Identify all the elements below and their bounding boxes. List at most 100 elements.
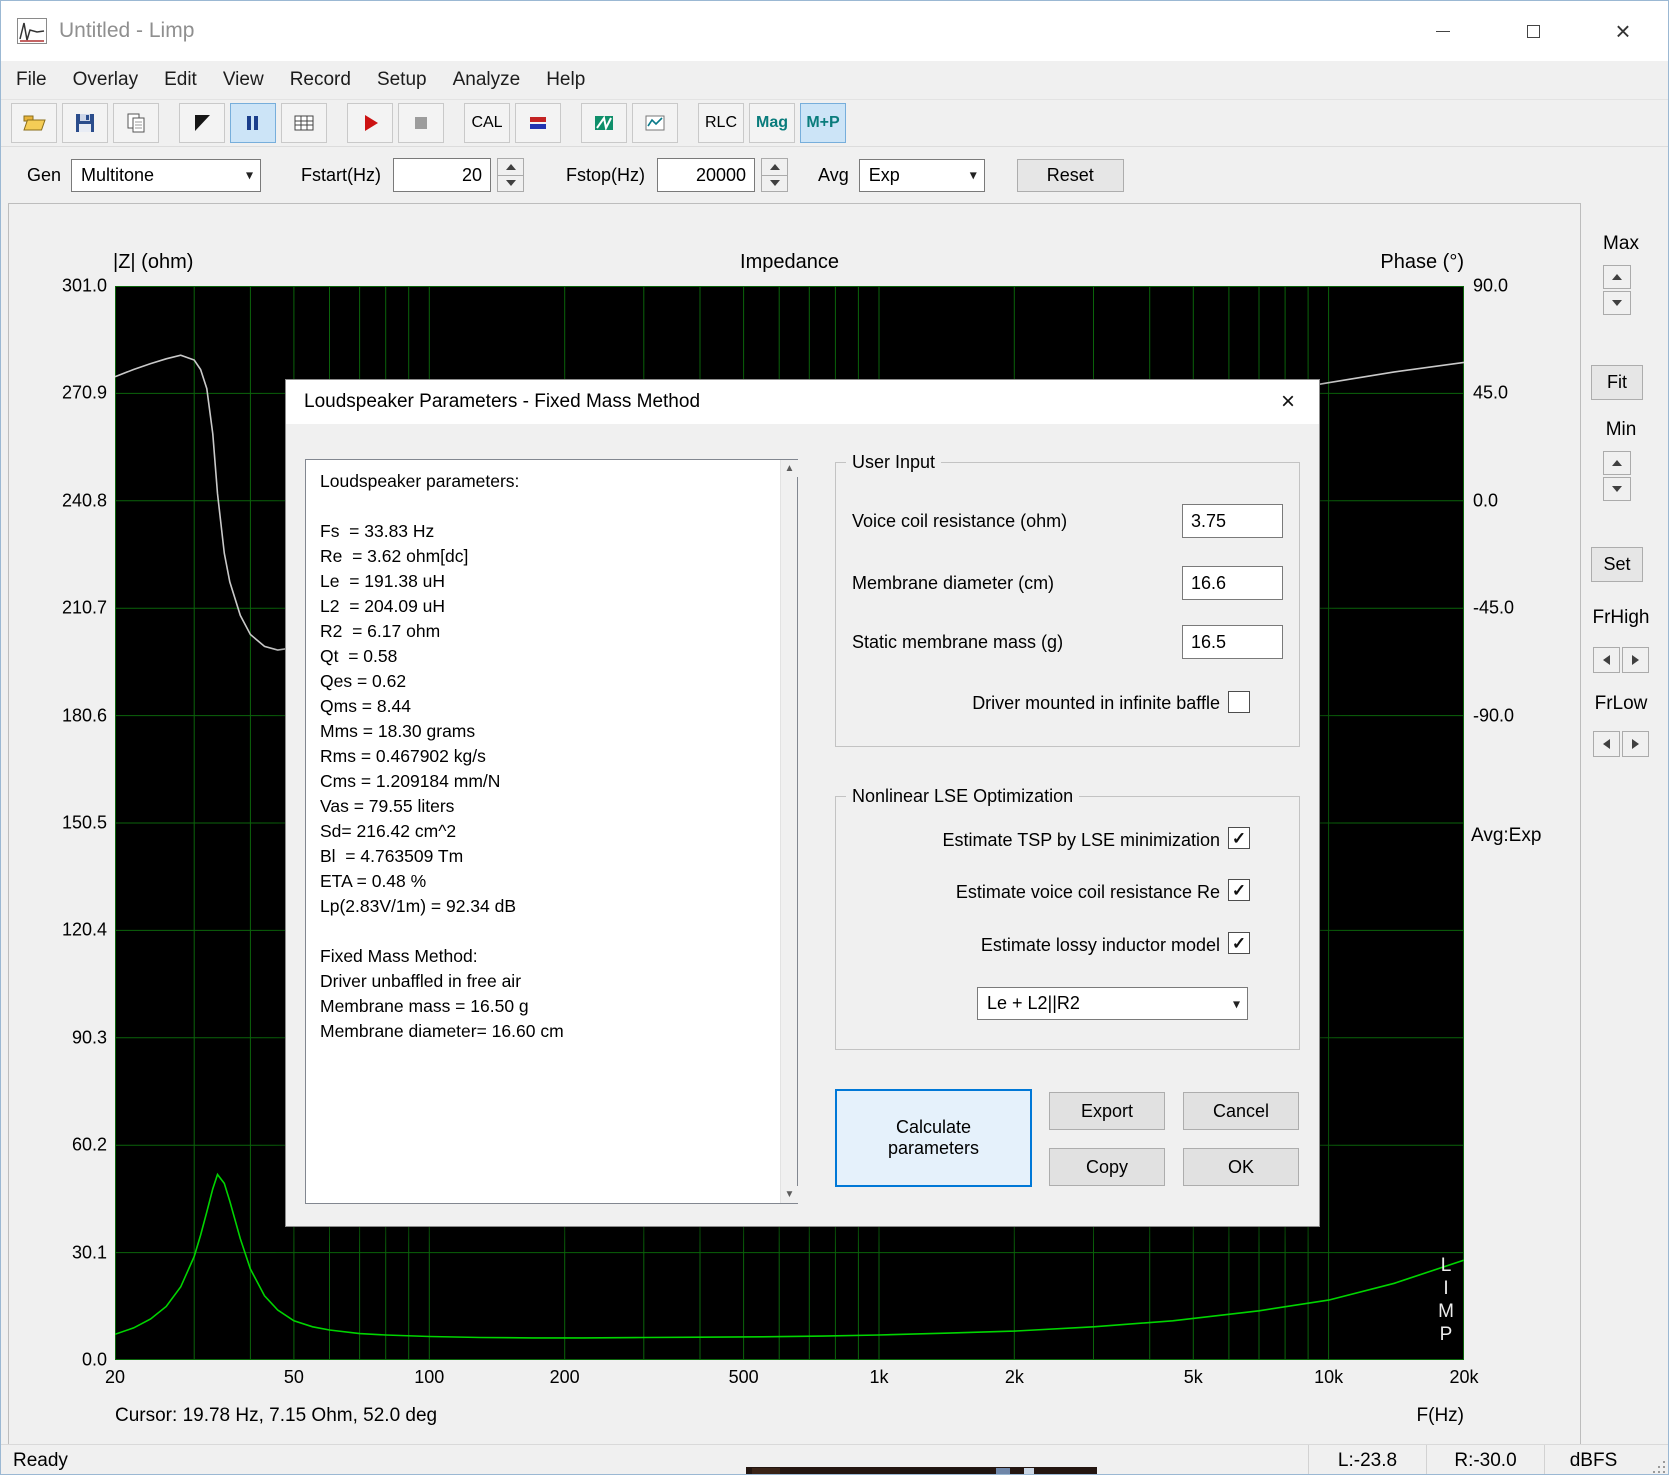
signal-level-button[interactable]	[515, 103, 561, 143]
menu-item-overlay[interactable]: Overlay	[60, 64, 151, 96]
membrane-diameter-input[interactable]	[1182, 566, 1283, 600]
fstop-input[interactable]	[657, 158, 756, 192]
frlow-right-button[interactable]	[1622, 731, 1649, 757]
right-level-readout: R:-30.0	[1426, 1445, 1544, 1474]
fragment-block	[996, 1468, 1010, 1474]
lse-group-title: Nonlinear LSE Optimization	[846, 786, 1080, 807]
x-tick-label: 5k	[1183, 1367, 1203, 1387]
max-up-button[interactable]	[1603, 265, 1631, 289]
menu-item-help[interactable]: Help	[533, 64, 598, 96]
check-icon: ✓	[1231, 828, 1247, 848]
fragment-block	[752, 1468, 780, 1474]
dialog-title-bar: Loudspeaker Parameters - Fixed Mass Meth…	[286, 380, 1319, 424]
membrane-mass-input[interactable]	[1182, 625, 1283, 659]
generator-type-select[interactable]: Multitone ▾	[71, 158, 262, 192]
estimate-re-checkbox[interactable]: ✓	[1228, 879, 1250, 901]
record-button[interactable]	[347, 103, 393, 143]
max-label: Max	[1603, 233, 1639, 254]
menu-item-analyze[interactable]: Analyze	[440, 64, 534, 96]
z-tick-label: 210.7	[61, 597, 107, 618]
lse-minimization-checkbox[interactable]: ✓	[1228, 827, 1250, 849]
x-axis-label: F(Hz)	[1416, 1405, 1464, 1426]
fstart-label: Fstart(Hz)	[301, 164, 382, 185]
frhigh-left-button[interactable]	[1593, 647, 1620, 673]
up-arrow-icon	[1612, 460, 1622, 466]
scroll-down-button[interactable]: ▼	[781, 1186, 798, 1203]
green-diagonal-icon	[595, 115, 613, 132]
fstart-spin-up[interactable]	[497, 158, 525, 176]
limp-logo: LIMP	[1434, 1254, 1458, 1346]
infinite-baffle-checkbox[interactable]	[1228, 691, 1250, 713]
membrane-diameter-row: Membrane diameter (cm)	[852, 566, 1283, 600]
ok-button[interactable]: OK	[1183, 1148, 1299, 1186]
menu-item-file[interactable]: File	[3, 64, 60, 96]
close-button[interactable]: ×	[1578, 1, 1668, 61]
avg-mode-readout: Avg:Exp	[1471, 825, 1542, 846]
phase-axis-title: Phase (°)	[1380, 251, 1464, 273]
lossy-inductor-checkbox[interactable]: ✓	[1228, 932, 1250, 954]
cancel-button[interactable]: Cancel	[1183, 1092, 1299, 1130]
magnitude-button[interactable]: Mag	[749, 103, 795, 143]
menu-item-record[interactable]: Record	[277, 64, 364, 96]
x-tick-label: 20	[104, 1367, 126, 1387]
lossy-inductor-label: Estimate lossy inductor model	[980, 935, 1220, 955]
open-button[interactable]	[11, 103, 57, 143]
min-up-button[interactable]	[1603, 451, 1631, 475]
fstart-spin-down[interactable]	[497, 175, 525, 192]
close-icon: ×	[1615, 16, 1631, 46]
magnitude-phase-button[interactable]: M+P	[800, 103, 846, 143]
maximize-button[interactable]	[1488, 1, 1578, 61]
left-arrow-icon	[1603, 739, 1610, 749]
set-button[interactable]: Set	[1591, 547, 1643, 582]
calculate-parameters-button[interactable]: Calculate parameters	[835, 1089, 1032, 1187]
left-arrow-icon	[1603, 655, 1610, 665]
x-tick-label: 1k	[869, 1367, 889, 1387]
membrane-mass-row: Static membrane mass (g)	[852, 625, 1283, 659]
parameters-scrollbar[interactable]: ▲ ▼	[780, 460, 798, 1203]
fstop-spin-up[interactable]	[761, 158, 789, 176]
up-arrow-icon	[505, 163, 516, 170]
phase-tick-label: 0.0	[1473, 490, 1499, 511]
stop-button[interactable]	[398, 103, 444, 143]
z-tick-label: 90.3	[71, 1027, 107, 1048]
max-down-button[interactable]	[1603, 291, 1631, 315]
copy-button-dialog[interactable]: Copy	[1049, 1148, 1165, 1186]
fstart-input[interactable]	[393, 158, 492, 192]
save-button[interactable]	[62, 103, 108, 143]
pause-button[interactable]	[230, 103, 276, 143]
menu-item-view[interactable]: View	[210, 64, 277, 96]
dialog-close-button[interactable]: ×	[1257, 380, 1319, 424]
resize-grip[interactable]	[1642, 1445, 1668, 1474]
min-down-button[interactable]	[1603, 477, 1631, 501]
overlay-button[interactable]	[581, 103, 627, 143]
menu-bar: File Overlay Edit View Record Setup Analyze Hel…	[1, 61, 1668, 99]
menu-item-edit[interactable]: Edit	[151, 64, 210, 96]
z-tick-label: 0.0	[81, 1349, 107, 1370]
minimize-button[interactable]	[1398, 1, 1488, 61]
chart-view-button[interactable]	[632, 103, 678, 143]
frhigh-right-button[interactable]	[1622, 647, 1649, 673]
table-button[interactable]	[281, 103, 327, 143]
left-level-readout: L:-23.8	[1308, 1445, 1426, 1474]
voice-coil-input[interactable]	[1182, 504, 1283, 538]
fragment-block	[900, 1468, 990, 1474]
toolbar-separator	[164, 103, 174, 143]
fit-button[interactable]: Fit	[1591, 365, 1643, 400]
reset-button[interactable]: Reset	[1016, 158, 1124, 192]
check-icon: ✓	[1231, 933, 1247, 953]
rlc-button[interactable]: RLC	[698, 103, 744, 143]
voice-coil-row: Voice coil resistance (ohm)	[852, 504, 1283, 538]
copy-button[interactable]	[113, 103, 159, 143]
export-button[interactable]: Export	[1049, 1092, 1165, 1130]
generator-button[interactable]	[179, 103, 225, 143]
app-icon	[17, 18, 47, 44]
menu-item-setup[interactable]: Setup	[364, 64, 440, 96]
calibrate-button[interactable]: CAL	[464, 103, 510, 143]
inductor-model-select[interactable]: Le + L2||R2 ▾	[977, 987, 1248, 1020]
phase-axis-ticks: 90.0 45.0 0.0 -45.0 -90.0	[1473, 276, 1557, 1360]
scroll-up-button[interactable]: ▲	[781, 460, 798, 477]
fstop-spin-down[interactable]	[761, 175, 789, 192]
phase-tick-label: 90.0	[1473, 275, 1509, 296]
frlow-left-button[interactable]	[1593, 731, 1620, 757]
avg-select[interactable]: Exp ▾	[858, 158, 985, 192]
